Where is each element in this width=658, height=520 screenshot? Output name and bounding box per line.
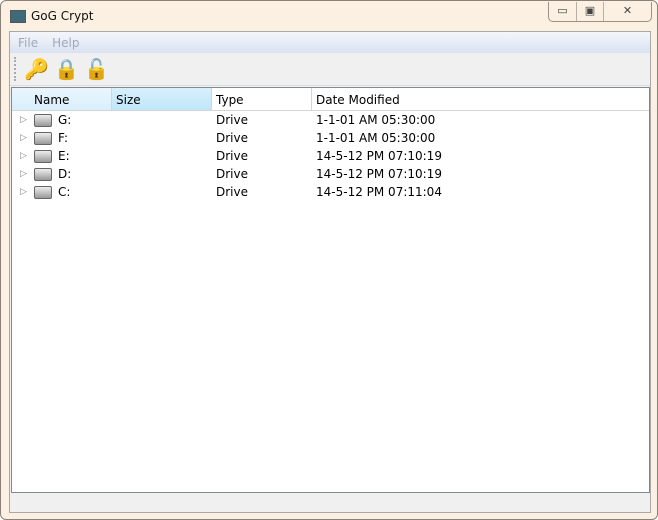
size-cell xyxy=(112,147,212,165)
window-title: GoG Crypt xyxy=(31,9,94,23)
table-row[interactable]: ▷ G: Drive 1-1-01 AM 05:30:00 xyxy=(12,111,649,129)
type-cell: Drive xyxy=(216,167,248,181)
date-cell: 14-5-12 PM 07:10:19 xyxy=(316,149,442,163)
table-row[interactable]: ▷ C: Drive 14-5-12 PM 07:11:04 xyxy=(12,183,649,201)
drive-icon xyxy=(34,114,52,127)
type-cell: Drive xyxy=(216,185,248,199)
date-cell: 14-5-12 PM 07:10:19 xyxy=(316,167,442,181)
date-cell: 1-1-01 AM 05:30:00 xyxy=(316,131,436,145)
drive-name: G: xyxy=(58,113,72,127)
expand-arrow-icon[interactable]: ▷ xyxy=(12,147,34,165)
size-cell xyxy=(112,111,212,129)
drive-name: F: xyxy=(58,131,69,145)
column-header-date[interactable]: Date Modified xyxy=(312,88,649,110)
size-cell xyxy=(112,183,212,201)
minimize-button[interactable]: ▭ xyxy=(549,2,577,21)
column-header-type[interactable]: Type xyxy=(212,88,312,110)
title-bar: GoG Crypt ▭ ▣ ✕ xyxy=(1,1,657,31)
size-cell xyxy=(112,129,212,147)
column-header-name[interactable]: Name xyxy=(12,88,112,110)
expand-arrow-icon[interactable]: ▷ xyxy=(12,165,34,183)
toolbar-grip[interactable] xyxy=(14,57,16,81)
menu-file[interactable]: File xyxy=(18,36,38,50)
expand-arrow-icon[interactable]: ▷ xyxy=(12,129,34,147)
app-icon xyxy=(10,10,26,23)
file-tree-view[interactable]: Name Size Type Date Modified ▷ G: Drive … xyxy=(11,87,650,493)
type-cell: Drive xyxy=(216,113,248,127)
table-row[interactable]: ▷ F: Drive 1-1-01 AM 05:30:00 xyxy=(12,129,649,147)
expand-arrow-icon[interactable]: ▷ xyxy=(12,111,34,129)
drive-name: E: xyxy=(58,149,70,163)
date-cell: 1-1-01 AM 05:30:00 xyxy=(316,113,436,127)
drive-icon xyxy=(34,132,52,145)
drive-icon xyxy=(34,150,52,163)
date-cell: 14-5-12 PM 07:11:04 xyxy=(316,185,442,199)
size-cell xyxy=(112,165,212,183)
menu-help[interactable]: Help xyxy=(52,36,79,50)
drive-name: D: xyxy=(58,167,72,181)
type-cell: Drive xyxy=(216,131,248,145)
drive-icon xyxy=(34,186,52,199)
table-row[interactable]: ▷ E: Drive 14-5-12 PM 07:10:19 xyxy=(12,147,649,165)
status-bar xyxy=(11,493,649,512)
key-icon[interactable]: 🔑 xyxy=(24,57,49,83)
column-header-size[interactable]: Size xyxy=(112,88,212,110)
close-button[interactable]: ✕ xyxy=(604,2,651,21)
expand-arrow-icon[interactable]: ▷ xyxy=(12,183,34,201)
table-row[interactable]: ▷ D: Drive 14-5-12 PM 07:10:19 xyxy=(12,165,649,183)
type-cell: Drive xyxy=(216,149,248,163)
toolbar: 🔑 🔒 🔓 xyxy=(10,53,650,86)
menu-bar: File Help xyxy=(10,32,650,53)
lock-icon[interactable]: 🔒 xyxy=(54,57,79,83)
unlock-icon[interactable]: 🔓 xyxy=(84,57,109,83)
drive-icon xyxy=(34,168,52,181)
drive-name: C: xyxy=(58,185,71,199)
app-window: GoG Crypt ▭ ▣ ✕ File Help 🔑 🔒 🔓 Name Siz… xyxy=(0,0,658,520)
maximize-button[interactable]: ▣ xyxy=(577,2,604,21)
